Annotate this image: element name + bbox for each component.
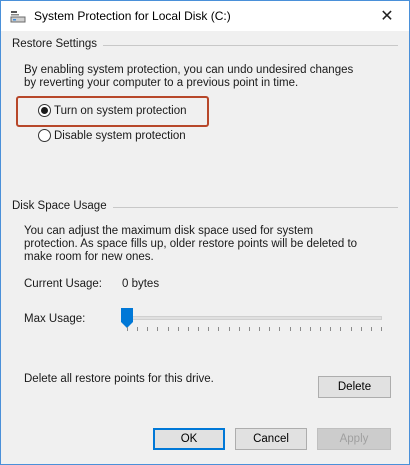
turn-on-protection-label: Turn on system protection — [54, 104, 187, 117]
close-icon: ✕ — [380, 8, 394, 25]
slider-tick — [157, 327, 158, 331]
disk-space-heading: Disk Space Usage — [12, 200, 113, 212]
slider-tick — [269, 327, 270, 331]
apply-button[interactable]: Apply — [317, 428, 391, 450]
slider-tick — [290, 327, 291, 331]
slider-tick — [147, 327, 148, 331]
slider-tick — [351, 327, 352, 331]
slider-tick — [168, 327, 169, 331]
disable-protection-radio[interactable]: Disable system protection — [38, 129, 186, 142]
cancel-button[interactable]: Cancel — [235, 428, 307, 450]
slider-tick — [340, 327, 341, 331]
slider-tick — [249, 327, 250, 331]
slider-tick — [279, 327, 280, 331]
ok-button[interactable]: OK — [153, 428, 225, 450]
slider-tick — [371, 327, 372, 331]
slider-tick — [300, 327, 301, 331]
current-usage-value: 0 bytes — [122, 278, 160, 290]
slider-tick — [361, 327, 362, 331]
slider-tick — [208, 327, 209, 331]
slider-tick — [198, 327, 199, 331]
slider-tick — [137, 327, 138, 331]
slider-tick — [188, 327, 189, 331]
max-usage-slider-thumb[interactable] — [121, 308, 133, 328]
slider-tick — [320, 327, 321, 331]
slider-tick — [127, 327, 128, 331]
turn-on-protection-radio[interactable]: Turn on system protection — [38, 104, 187, 117]
disable-protection-label: Disable system protection — [54, 129, 186, 142]
title-bar: System Protection for Local Disk (C:) ✕ — [1, 1, 409, 31]
slider-tick — [178, 327, 179, 331]
slider-tick — [229, 327, 230, 331]
slider-tick — [310, 327, 311, 331]
slider-tick — [330, 327, 331, 331]
max-usage-label: Max Usage: — [24, 313, 86, 325]
drive-icon — [10, 11, 26, 23]
current-usage-label: Current Usage: — [24, 278, 102, 290]
close-button[interactable]: ✕ — [365, 1, 409, 31]
radio-selected-icon — [38, 104, 51, 117]
restore-settings-description: By enabling system protection, you can u… — [24, 64, 354, 89]
delete-button[interactable]: Delete — [318, 376, 391, 398]
slider-tick — [239, 327, 240, 331]
slider-tick — [259, 327, 260, 331]
disk-space-description: You can adjust the maximum disk space us… — [24, 225, 358, 263]
system-protection-dialog: System Protection for Local Disk (C:) ✕ … — [0, 0, 410, 465]
delete-restore-points-text: Delete all restore points for this drive… — [24, 373, 214, 385]
window-title: System Protection for Local Disk (C:) — [34, 9, 231, 23]
restore-settings-heading: Restore Settings — [12, 38, 104, 50]
slider-tick — [381, 327, 382, 331]
max-usage-slider-track[interactable] — [127, 316, 382, 320]
slider-tick — [218, 327, 219, 331]
radio-unselected-icon — [38, 129, 51, 142]
